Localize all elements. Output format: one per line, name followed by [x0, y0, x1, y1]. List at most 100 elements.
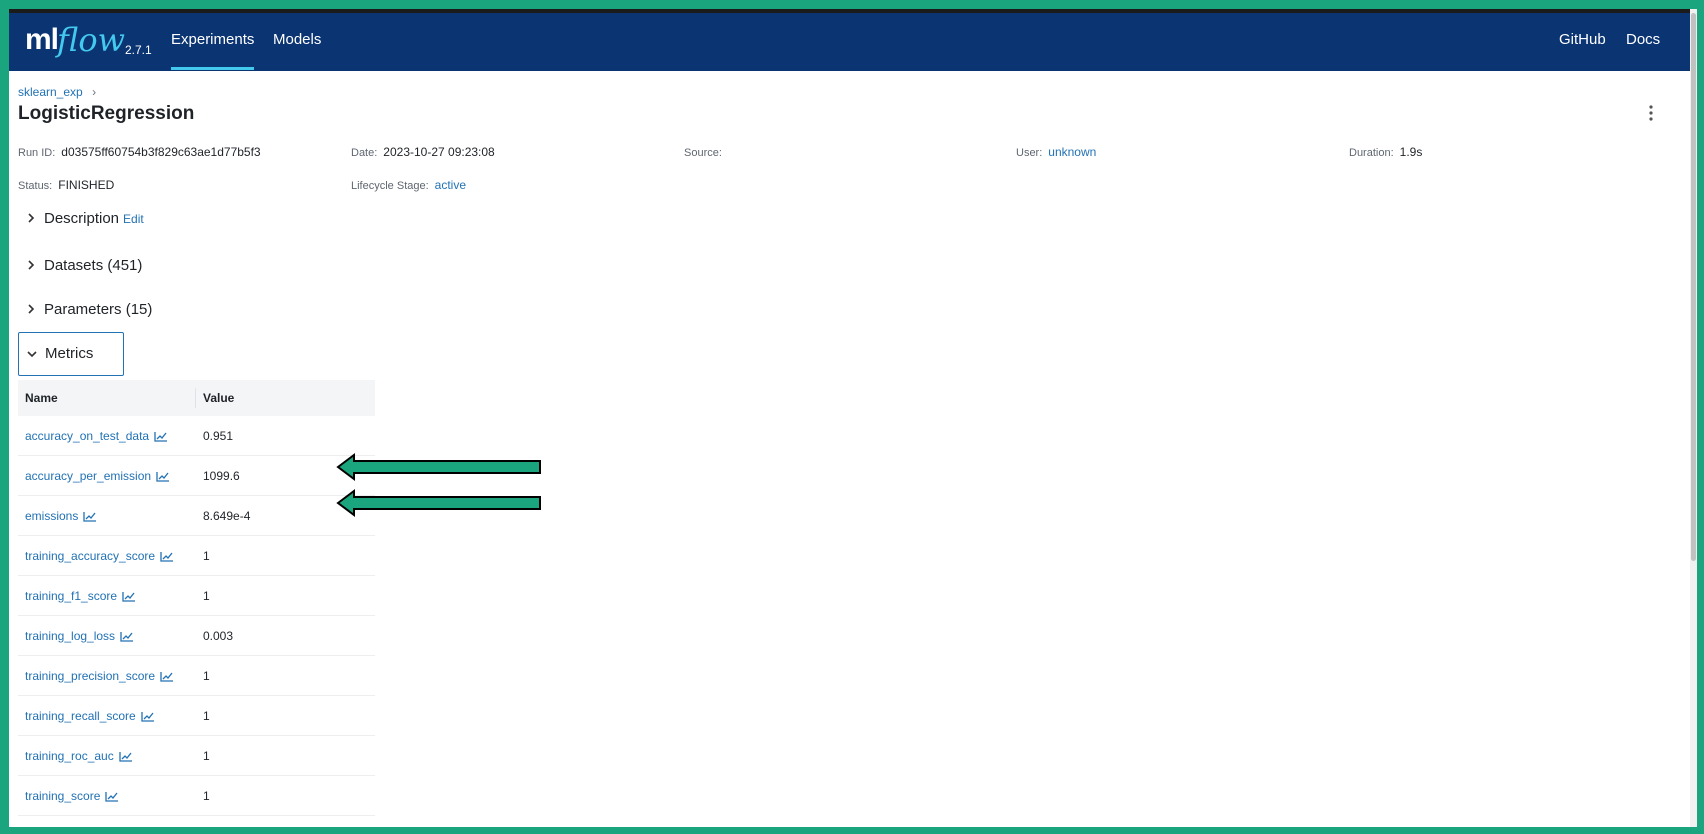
metric-name-link[interactable]: training_log_loss [25, 629, 115, 643]
line-chart-icon[interactable] [154, 431, 168, 442]
date-label: Date: [351, 147, 378, 159]
nav-github-link[interactable]: GitHub [1559, 31, 1606, 48]
datasets-section-header[interactable]: Datasets (451) [18, 246, 142, 286]
metrics-table-body: accuracy_on_test_data 0.951 accuracy_per_e… [18, 416, 375, 816]
metric-value-cell: 1 [203, 708, 210, 723]
chevron-down-icon [19, 333, 45, 375]
metric-name-link[interactable]: training_score [25, 789, 100, 803]
run-id-field: Run ID: d03575ff60754b3f829c63ae1d77b5f3 [18, 145, 261, 159]
table-row: training_f1_score 1 [18, 576, 375, 616]
column-header-value[interactable]: Value [196, 391, 234, 405]
run-id-label: Run ID: [18, 147, 56, 159]
metric-name-link[interactable]: accuracy_on_test_data [25, 429, 149, 443]
metric-name-link[interactable]: training_recall_score [25, 709, 136, 723]
logo-flow-text: flow [57, 21, 125, 59]
line-chart-icon[interactable] [120, 631, 134, 642]
metric-name-cell: training_recall_score [18, 709, 196, 723]
line-chart-icon[interactable] [105, 791, 119, 802]
kebab-menu-icon[interactable] [1645, 105, 1657, 123]
table-row: accuracy_per_emission 1099.6 [18, 456, 375, 496]
metric-name-cell: accuracy_per_emission [18, 469, 196, 483]
table-row: accuracy_on_test_data 0.951 [18, 416, 375, 456]
duration-value: 1.9s [1399, 145, 1423, 159]
lifecycle-value[interactable]: active [435, 178, 466, 192]
breadcrumb-separator: › [92, 85, 97, 99]
line-chart-icon[interactable] [122, 591, 136, 602]
metric-value-cell: 1 [203, 548, 210, 563]
source-field: Source: [684, 145, 728, 159]
description-edit-link[interactable]: Edit [123, 212, 144, 226]
line-chart-icon[interactable] [83, 511, 97, 522]
annotation-arrow-left-icon [336, 489, 541, 517]
metric-value-cell: 0.003 [203, 628, 234, 643]
table-row: training_recall_score 1 [18, 696, 375, 736]
metric-name-cell: training_score [18, 789, 196, 803]
lifecycle-label: Lifecycle Stage: [351, 180, 429, 192]
metric-name-cell: training_f1_score [18, 589, 196, 603]
user-label: User: [1016, 147, 1043, 159]
table-row: training_precision_score 1 [18, 656, 375, 696]
chevron-right-icon [18, 199, 44, 239]
metric-name-link[interactable]: training_f1_score [25, 589, 117, 603]
status-value: FINISHED [58, 178, 115, 192]
scrollbar-thumb[interactable] [1691, 13, 1696, 561]
annotation-arrow-left-icon [336, 453, 541, 481]
breadcrumb: sklearn_exp › [18, 85, 96, 99]
table-row: training_log_loss 0.003 [18, 616, 375, 656]
metric-value-cell: 1099.6 [203, 468, 240, 483]
breadcrumb-experiment-link[interactable]: sklearn_exp [18, 85, 83, 99]
metric-value-cell: 1 [203, 748, 210, 763]
run-id-value: d03575ff60754b3f829c63ae1d77b5f3 [61, 145, 261, 159]
parameters-title: Parameters (15) [44, 301, 153, 318]
status-field: Status: FINISHED [18, 178, 114, 192]
duration-field: Duration: 1.9s [1349, 145, 1422, 159]
duration-label: Duration: [1349, 147, 1394, 159]
date-field: Date: 2023-10-27 09:23:08 [351, 145, 495, 159]
parameters-section-header[interactable]: Parameters (15) [18, 290, 152, 330]
description-section-header[interactable]: Description Edit [18, 199, 144, 239]
metric-name-cell: emissions [18, 509, 196, 523]
metric-name-cell: training_roc_auc [18, 749, 196, 763]
status-label: Status: [18, 180, 53, 192]
column-header-name[interactable]: Name [18, 388, 196, 408]
metric-name-link[interactable]: accuracy_per_emission [25, 469, 151, 483]
description-title: Description [44, 210, 120, 227]
nav-experiments[interactable]: Experiments [171, 31, 255, 70]
app-window: ml flow 2.7.1 Experiments Models GitHub … [9, 9, 1697, 827]
nav-docs-link[interactable]: Docs [1626, 31, 1660, 48]
date-value: 2023-10-27 09:23:08 [383, 145, 495, 159]
metric-name-cell: training_accuracy_score [18, 549, 196, 563]
line-chart-icon[interactable] [119, 751, 133, 762]
line-chart-icon[interactable] [156, 471, 170, 482]
table-row: training_roc_auc 1 [18, 736, 375, 776]
table-row: training_score 1 [18, 776, 375, 816]
user-field: User: unknown [1016, 145, 1096, 159]
line-chart-icon[interactable] [160, 551, 174, 562]
table-row: emissions 8.649e-4 [18, 496, 375, 536]
metric-name-link[interactable]: training_accuracy_score [25, 549, 155, 563]
metrics-table: Name Value accuracy_on_test_data 0.951 acc… [18, 380, 375, 816]
lifecycle-field: Lifecycle Stage: active [351, 178, 466, 192]
version-label: 2.7.1 [125, 43, 152, 57]
metrics-section-header[interactable]: Metrics (10) [18, 332, 124, 404]
metric-name-cell: accuracy_on_test_data [18, 429, 196, 443]
source-label: Source: [684, 147, 722, 159]
line-chart-icon[interactable] [160, 671, 174, 682]
metric-name-link[interactable]: training_roc_auc [25, 749, 114, 763]
top-nav-bar: ml flow 2.7.1 Experiments Models GitHub … [9, 9, 1690, 71]
page-title: LogisticRegression [18, 103, 195, 124]
table-row: training_accuracy_score 1 [18, 536, 375, 576]
nav-models[interactable]: Models [273, 31, 321, 48]
metric-value-cell: 1 [203, 668, 210, 683]
metric-value-cell: 1 [203, 588, 210, 603]
metrics-table-header: Name Value [18, 380, 375, 416]
metric-value-cell: 0.951 [203, 428, 234, 443]
chevron-right-icon [18, 246, 44, 286]
datasets-title: Datasets (451) [44, 257, 143, 274]
user-link[interactable]: unknown [1048, 145, 1096, 159]
metric-name-cell: training_precision_score [18, 669, 196, 683]
metric-name-link[interactable]: emissions [25, 509, 78, 523]
metric-name-cell: training_log_loss [18, 629, 196, 643]
metric-name-link[interactable]: training_precision_score [25, 669, 155, 683]
line-chart-icon[interactable] [141, 711, 155, 722]
